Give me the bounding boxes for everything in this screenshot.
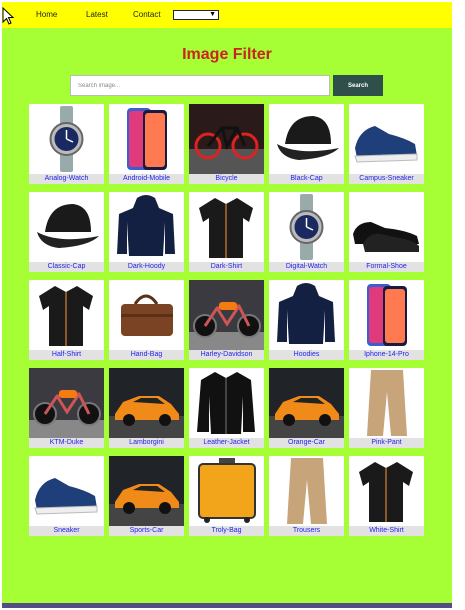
product-card[interactable]: White-Shirt <box>349 456 424 536</box>
sneaker-image[interactable] <box>29 456 104 526</box>
motorcycle-image[interactable] <box>29 368 104 438</box>
product-card[interactable]: Digital-Watch <box>269 192 344 272</box>
jacket-image[interactable] <box>189 368 264 438</box>
product-card[interactable]: Android-Mobile <box>109 104 184 184</box>
product-grid: Analog-Watch Android-Mobile Bicycle Blac… <box>29 104 429 536</box>
nav-link-contact[interactable]: Contact <box>133 10 161 19</box>
nav-dropdown[interactable]: ▼ <box>173 10 219 20</box>
nav-link-home[interactable]: Home <box>36 10 57 19</box>
cap-image[interactable] <box>29 192 104 262</box>
product-card[interactable]: KTM-Duke <box>29 368 104 448</box>
product-caption[interactable]: Android-Mobile <box>109 174 184 184</box>
product-caption[interactable]: Hoodies <box>269 350 344 360</box>
product-caption[interactable]: Hand-Bag <box>109 350 184 360</box>
phone-image[interactable] <box>349 280 424 350</box>
cap-image[interactable] <box>269 104 344 174</box>
car-image[interactable] <box>109 368 184 438</box>
product-caption[interactable]: Campus-Sneaker <box>349 174 424 184</box>
shirt-image[interactable] <box>29 280 104 350</box>
chevron-down-icon: ▼ <box>209 11 216 18</box>
product-caption[interactable]: Digital-Watch <box>269 262 344 272</box>
product-caption[interactable]: Harley-Davidson <box>189 350 264 360</box>
phone-image[interactable] <box>109 104 184 174</box>
product-caption[interactable]: KTM-Duke <box>29 438 104 448</box>
product-caption[interactable]: Trousers <box>269 526 344 536</box>
bicycle-image[interactable] <box>189 104 264 174</box>
product-card[interactable]: Half-Shirt <box>29 280 104 360</box>
sneaker-image[interactable] <box>349 104 424 174</box>
product-caption[interactable]: Troly-Bag <box>189 526 264 536</box>
product-card[interactable]: Dark-Shirt <box>189 192 264 272</box>
product-card[interactable]: Iphone-14-Pro <box>349 280 424 360</box>
product-card[interactable]: Orange-Car <box>269 368 344 448</box>
navbar: Home Latest Contact ▼ <box>2 2 452 28</box>
mouse-cursor-icon <box>2 6 15 30</box>
product-card[interactable]: Hoodies <box>269 280 344 360</box>
car-image[interactable] <box>109 456 184 526</box>
product-caption[interactable]: White-Shirt <box>349 526 424 536</box>
product-caption[interactable]: Half-Shirt <box>29 350 104 360</box>
page-title: Image Filter <box>182 46 272 63</box>
product-caption[interactable]: Sneaker <box>29 526 104 536</box>
watch-image[interactable] <box>29 104 104 174</box>
shoe-image[interactable] <box>349 192 424 262</box>
product-card[interactable]: Dark-Hoody <box>109 192 184 272</box>
shirt-image[interactable] <box>349 456 424 526</box>
motorcycle-image[interactable] <box>189 280 264 350</box>
product-card[interactable]: Formal-Shoe <box>349 192 424 272</box>
product-card[interactable]: Trousers <box>269 456 344 536</box>
product-caption[interactable]: Dark-Shirt <box>189 262 264 272</box>
shirt-image[interactable] <box>189 192 264 262</box>
product-caption[interactable]: Leather-Jacket <box>189 438 264 448</box>
hoodie-image[interactable] <box>269 280 344 350</box>
product-card[interactable]: Black-Cap <box>269 104 344 184</box>
product-card[interactable]: Analog-Watch <box>29 104 104 184</box>
car-image[interactable] <box>269 368 344 438</box>
product-caption[interactable]: Classic-Cap <box>29 262 104 272</box>
footer-bar <box>2 603 452 608</box>
product-caption[interactable]: Formal-Shoe <box>349 262 424 272</box>
product-caption[interactable]: Pink-Pant <box>349 438 424 448</box>
luggage-image[interactable] <box>189 456 264 526</box>
product-card[interactable]: Harley-Davidson <box>189 280 264 360</box>
page-frame: Home Latest Contact ▼ Image Filter Searc… <box>2 2 452 608</box>
bag-image[interactable] <box>109 280 184 350</box>
nav-link-latest[interactable]: Latest <box>86 10 108 19</box>
search-button[interactable]: Search <box>333 75 383 96</box>
product-card[interactable]: Pink-Pant <box>349 368 424 448</box>
product-card[interactable]: Campus-Sneaker <box>349 104 424 184</box>
product-card[interactable]: Bicycle <box>189 104 264 184</box>
product-caption[interactable]: Black-Cap <box>269 174 344 184</box>
hoodie-image[interactable] <box>109 192 184 262</box>
product-card[interactable]: Classic-Cap <box>29 192 104 272</box>
product-card[interactable]: Hand-Bag <box>109 280 184 360</box>
product-caption[interactable]: Analog-Watch <box>29 174 104 184</box>
product-card[interactable]: Sports-Car <box>109 456 184 536</box>
product-card[interactable]: Leather-Jacket <box>189 368 264 448</box>
watch-image[interactable] <box>269 192 344 262</box>
product-caption[interactable]: Lamborgini <box>109 438 184 448</box>
product-card[interactable]: Troly-Bag <box>189 456 264 536</box>
product-card[interactable]: Sneaker <box>29 456 104 536</box>
product-caption[interactable]: Orange-Car <box>269 438 344 448</box>
product-card[interactable]: Lamborgini <box>109 368 184 448</box>
pant-image[interactable] <box>269 456 344 526</box>
product-caption[interactable]: Sports-Car <box>109 526 184 536</box>
product-caption[interactable]: Dark-Hoody <box>109 262 184 272</box>
product-caption[interactable]: Iphone-14-Pro <box>349 350 424 360</box>
search-input[interactable] <box>70 75 330 96</box>
pant-image[interactable] <box>349 368 424 438</box>
product-caption[interactable]: Bicycle <box>189 174 264 184</box>
